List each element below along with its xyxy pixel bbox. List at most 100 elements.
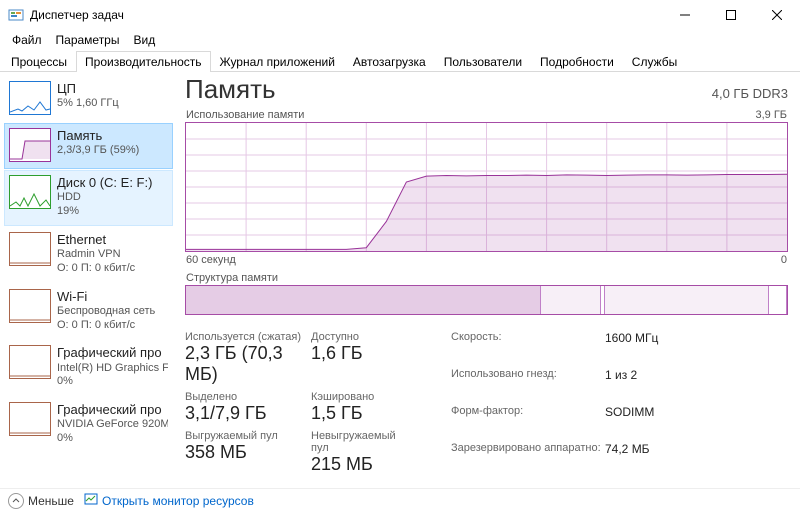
tab-details[interactable]: Подробности [531,51,623,72]
footer: Меньше Открыть монитор ресурсов [0,488,800,512]
sidebar-thumb-icon [9,232,51,266]
stats: Используется (сжатая) 2,3 ГБ (70,3 МБ) Д… [185,331,788,475]
menu-bar: Файл Параметры Вид [0,30,800,50]
avail-val: 1,6 ГБ [311,343,403,364]
form-label: Форм-фактор: [451,405,601,438]
struct-segment [541,286,601,314]
struct-segment [605,286,768,314]
memory-composition-bar[interactable] [185,285,788,315]
body: ЦП5% 1,60 ГГцПамять2,3/3,9 ГБ (59%)Диск … [0,72,800,488]
chart-label-row: Использование памяти 3,9 ГБ [186,109,787,121]
sidebar-item-text: Память2,3/3,9 ГБ (59%) [57,128,139,158]
open-resource-monitor-link[interactable]: Открыть монитор ресурсов [84,492,254,509]
used-label: Используется (сжатая) [185,331,305,343]
tab-app-history[interactable]: Журнал приложений [211,51,344,72]
main-pane: Память 4,0 ГБ DDR3 Использование памяти … [175,72,800,488]
sidebar-item-title: Графический про [57,345,168,361]
sidebar-item-sub1: Radmin VPN [57,248,135,262]
sidebar: ЦП5% 1,60 ГГц Память2,3/3,9 ГБ (59%) Диск … [0,72,175,488]
sidebar-item-text: ЦП5% 1,60 ГГц [57,81,119,111]
nonpaged-val: 215 МБ [311,454,403,475]
hw-label: Зарезервировано аппаратно: [451,442,601,475]
fewer-label: Меньше [28,494,74,508]
sidebar-item-4[interactable]: Wi-FiБеспроводная сетьО: 0 П: 0 кбит/с [4,284,173,340]
header-right: 4,0 ГБ DDR3 [712,86,788,101]
stats-right: Скорость: 1600 МГц Использовано гнезд: 1… [451,331,695,475]
sidebar-item-sub1: 5% 1,60 ГГц [57,97,119,111]
menu-view[interactable]: Вид [127,31,161,49]
close-button[interactable] [754,0,800,30]
form-val: SODIMM [605,405,695,438]
tab-performance[interactable]: Производительность [76,51,210,72]
struct-segment [769,286,787,314]
sidebar-item-title: Память [57,128,139,144]
sidebar-item-sub2: О: 0 П: 0 кбит/с [57,319,155,333]
struct-segment [186,286,541,314]
slots-val: 1 из 2 [605,368,695,401]
sidebar-item-5[interactable]: Графический проIntel(R) HD Graphics Fami… [4,340,173,396]
tab-processes[interactable]: Процессы [2,51,76,72]
minimize-button[interactable] [662,0,708,30]
chart-label-bottomleft: 60 секунд [186,254,236,266]
sidebar-thumb-icon [9,81,51,115]
window-title: Диспетчер задач [30,8,662,22]
sidebar-item-sub2: 19% [57,205,152,219]
cached-val: 1,5 ГБ [311,403,403,424]
sidebar-item-1[interactable]: Память2,3/3,9 ГБ (59%) [4,123,173,169]
slots-label: Использовано гнезд: [451,368,601,401]
tab-users[interactable]: Пользователи [435,51,531,72]
chart-label-topright: 3,9 ГБ [755,109,787,121]
sidebar-thumb-icon [9,345,51,379]
page-title: Память [185,74,276,105]
sidebar-item-0[interactable]: ЦП5% 1,60 ГГц [4,76,173,122]
sidebar-item-text: Графический проNVIDIA GeForce 920M0% [57,402,168,446]
sidebar-item-2[interactable]: Диск 0 (C: E: F:)HDD19% [4,170,173,226]
maximize-button[interactable] [708,0,754,30]
resmon-label: Открыть монитор ресурсов [102,494,254,508]
menu-file[interactable]: Файл [6,31,48,49]
nonpaged-label: Невыгружаемый пул [311,430,403,454]
sidebar-item-6[interactable]: Графический проNVIDIA GeForce 920M0% [4,397,173,453]
sidebar-item-title: Диск 0 (C: E: F:) [57,175,152,191]
commit-val: 3,1/7,9 ГБ [185,403,305,424]
sidebar-thumb-icon [9,128,51,162]
struct-label: Структура памяти [186,272,787,284]
chart-label-topleft: Использование памяти [186,109,304,121]
menu-options[interactable]: Параметры [50,31,126,49]
hw-val: 74,2 МБ [605,442,695,475]
tab-startup[interactable]: Автозагрузка [344,51,435,72]
speed-val: 1600 МГц [605,331,695,364]
sidebar-item-sub1: HDD [57,191,152,205]
fewer-details-button[interactable]: Меньше [8,493,74,509]
sidebar-thumb-icon [9,402,51,436]
paged-val: 358 МБ [185,442,305,463]
sidebar-item-sub2: 0% [57,375,168,389]
sidebar-item-text: Wi-FiБеспроводная сетьО: 0 П: 0 кбит/с [57,289,155,333]
sidebar-item-text: EthernetRadmin VPNО: 0 П: 0 кбит/с [57,232,135,276]
chevron-up-icon [8,493,24,509]
memory-usage-chart[interactable] [185,122,788,252]
app-icon [8,7,24,23]
sidebar-item-sub2: О: 0 П: 0 кбит/с [57,262,135,276]
stats-left: Используется (сжатая) 2,3 ГБ (70,3 МБ) Д… [185,331,403,475]
sidebar-item-text: Диск 0 (C: E: F:)HDD19% [57,175,152,219]
sidebar-item-sub1: NVIDIA GeForce 920M [57,418,168,432]
used-val: 2,3 ГБ (70,3 МБ) [185,343,305,385]
sidebar-item-sub1: 2,3/3,9 ГБ (59%) [57,144,139,158]
tab-bar: Процессы Производительность Журнал прило… [0,50,800,72]
paged-label: Выгружаемый пул [185,430,305,442]
main-header: Память 4,0 ГБ DDR3 [185,74,788,105]
chart-bottom-row: 60 секунд 0 [186,254,787,266]
tab-services[interactable]: Службы [623,51,686,72]
avail-label: Доступно [311,331,403,343]
sidebar-item-sub2: 0% [57,432,168,446]
commit-label: Выделено [185,391,305,403]
cached-label: Кэшировано [311,391,403,403]
speed-label: Скорость: [451,331,601,364]
chart-label-bottomright: 0 [781,254,787,266]
sidebar-item-3[interactable]: EthernetRadmin VPNО: 0 П: 0 кбит/с [4,227,173,283]
sidebar-item-sub1: Беспроводная сеть [57,305,155,319]
sidebar-item-sub1: Intel(R) HD Graphics Family [57,362,168,376]
sidebar-item-title: ЦП [57,81,119,97]
sidebar-item-text: Графический проIntel(R) HD Graphics Fami… [57,345,168,389]
